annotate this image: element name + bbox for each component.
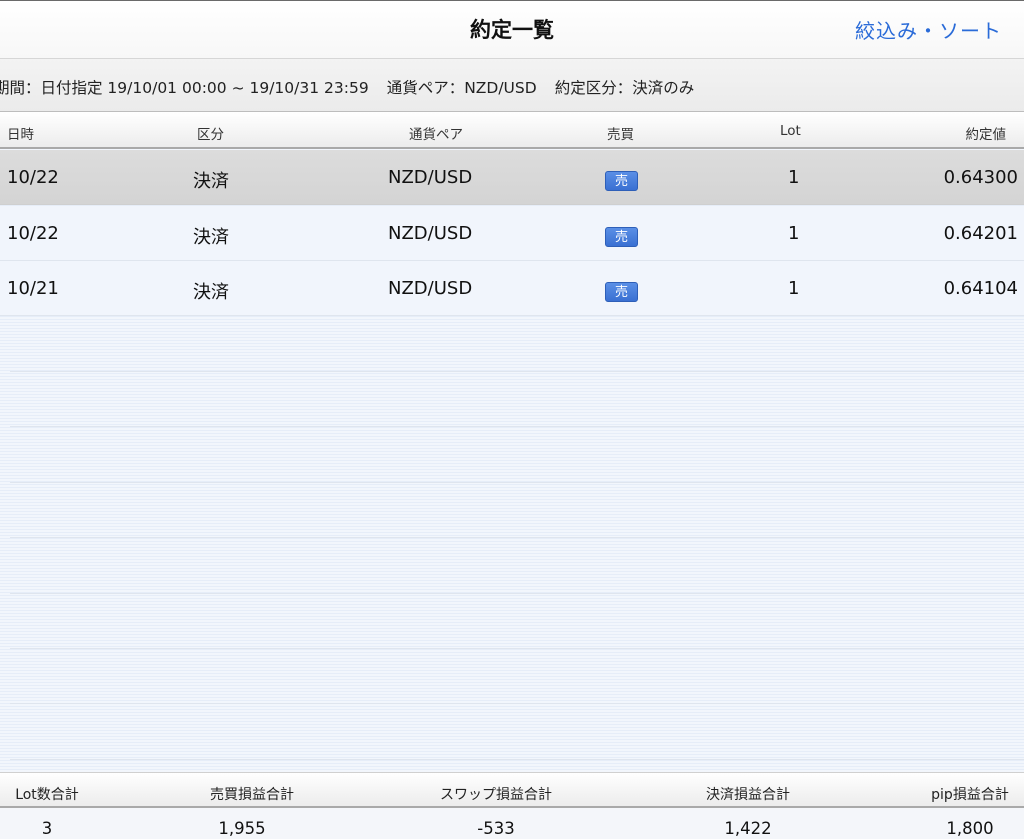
column-header-pair: 通貨ペア [409, 127, 463, 143]
row-separator [10, 482, 1024, 483]
table-row[interactable]: 10/22 決済 NZD/USD 売 1 0.64300 [0, 150, 1024, 205]
summary-label-pip-pl-total: pip損益合計 [931, 787, 1009, 803]
row-side: 売 [605, 169, 638, 191]
trade-history-screen: 約定一覧 絞込み・ソート 期間：日付指定 19/10/01 00:00 ~ 19… [0, 0, 1024, 839]
row-date: 10/22 [7, 223, 59, 244]
summary-label-settle-pl-total: 決済損益合計 [706, 787, 790, 803]
table-row[interactable]: 10/22 決済 NZD/USD 売 1 0.64201 [0, 206, 1024, 261]
column-header-lot: Lot [780, 123, 801, 139]
row-currency-pair: NZD/USD [388, 223, 473, 244]
row-date: 10/21 [7, 278, 59, 299]
row-lot: 1 [788, 223, 800, 244]
row-price: 0.64300 [943, 167, 1018, 188]
summary-header: Lot数合計 売買損益合計 スワップ損益合計 決済損益合計 pip損益合計 [0, 772, 1024, 808]
row-separator [10, 759, 1024, 760]
filter-currency-pair: 通貨ペア：NZD/USD [386, 79, 537, 97]
column-header: 日時 区分 通貨ペア 売買 Lot 約定値 [0, 113, 1024, 149]
row-lot: 1 [788, 278, 800, 299]
trade-list[interactable]: 10/22 決済 NZD/USD 売 1 0.64300 10/22 決済 NZ… [0, 149, 1024, 772]
row-separator [10, 703, 1024, 704]
row-side: 売 [605, 225, 638, 247]
column-header-date: 日時 [7, 127, 34, 143]
summary-label-swap-pl-total: スワップ損益合計 [440, 787, 552, 803]
navigation-bar: 約定一覧 絞込み・ソート [0, 0, 1024, 58]
row-currency-pair: NZD/USD [388, 167, 473, 188]
filter-trade-kind: 約定区分：決済のみ [554, 79, 695, 97]
row-currency-pair: NZD/USD [388, 278, 473, 299]
summary-value-trade-pl-total: 1,955 [218, 819, 266, 838]
table-row[interactable]: 10/21 決済 NZD/USD 売 1 0.64104 [0, 261, 1024, 316]
summary-value-lot-total: 3 [41, 819, 53, 838]
row-price: 0.64201 [943, 223, 1018, 244]
summary-label-lot-total: Lot数合計 [15, 787, 79, 803]
sell-badge: 売 [605, 282, 638, 302]
row-kind: 決済 [193, 282, 229, 303]
filter-period: 期間：日付指定 19/10/01 00:00 ~ 19/10/31 23:59 [0, 79, 369, 97]
row-separator [10, 537, 1024, 538]
row-date: 10/22 [7, 167, 59, 188]
filter-sort-button[interactable]: 絞込み・ソート [855, 15, 1002, 44]
sell-badge: 売 [605, 227, 638, 247]
row-kind: 決済 [193, 227, 229, 248]
summary-value-swap-pl-total: -533 [477, 819, 515, 838]
row-side: 売 [605, 280, 638, 302]
summary-values: 3 1,955 -533 1,422 1,800 [0, 808, 1024, 839]
column-header-price: 約定値 [965, 127, 1007, 143]
column-header-kind: 区分 [197, 127, 224, 143]
row-kind: 決済 [193, 171, 229, 192]
row-separator [10, 593, 1024, 594]
summary-value-settle-pl-total: 1,422 [724, 819, 772, 838]
row-lot: 1 [788, 167, 800, 188]
row-price: 0.64104 [943, 278, 1018, 299]
row-separator [10, 371, 1024, 372]
sell-badge: 売 [605, 171, 638, 191]
filter-summary-text: 期間：日付指定 19/10/01 00:00 ~ 19/10/31 23:59 通… [0, 76, 712, 98]
summary-value-pip-pl-total: 1,800 [946, 819, 994, 838]
summary-label-trade-pl-total: 売買損益合計 [210, 787, 294, 803]
filter-summary-bar: 期間：日付指定 19/10/01 00:00 ~ 19/10/31 23:59 通… [0, 58, 1024, 112]
row-separator [10, 648, 1024, 649]
column-header-side: 売買 [607, 127, 634, 143]
row-separator [10, 426, 1024, 427]
